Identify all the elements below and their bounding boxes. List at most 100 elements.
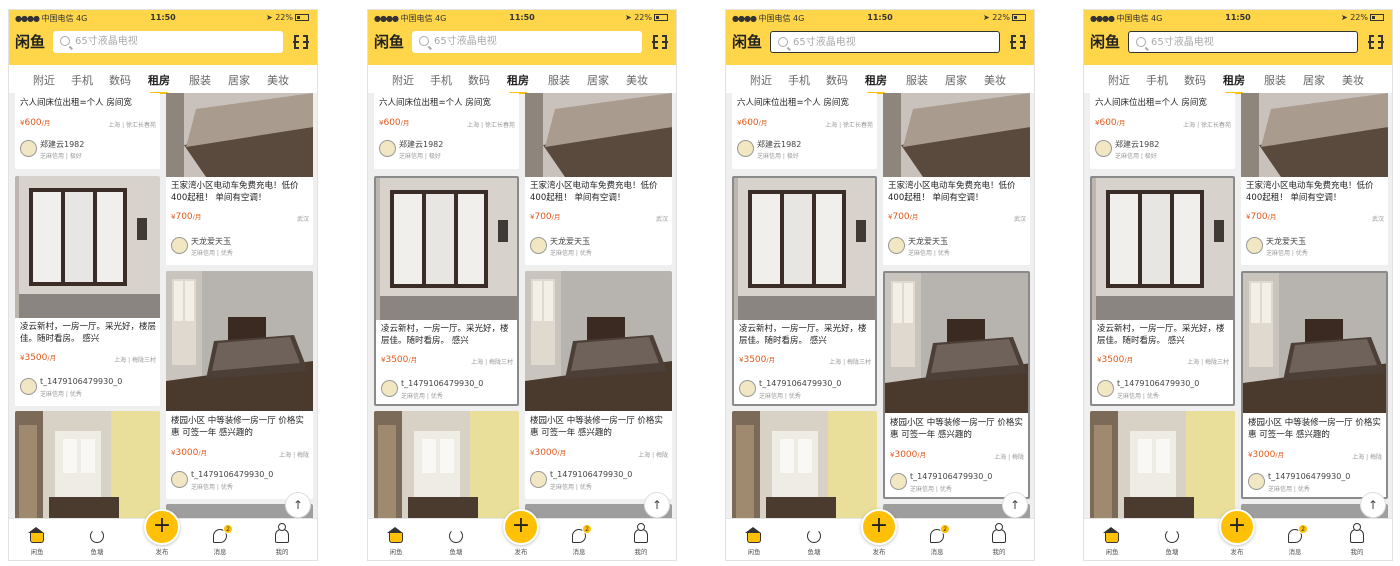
listing-card[interactable]: 六人间床位出租=个人 房间宽 ¥600/月 上海 | 徐汇长春苑 郑建云1982… [374,93,519,169]
tab-1[interactable]: 手机 [430,72,452,88]
listing-feed[interactable]: 六人间床位出租=个人 房间宽 ¥600/月 上海 | 徐汇长春苑 郑建云1982… [726,93,1034,520]
tab-pond[interactable]: 鱼塘 [82,529,112,556]
tab-home[interactable]: 闲鱼 [22,527,52,556]
listing-card[interactable] [374,411,519,520]
tab-me[interactable]: 我的 [1342,523,1372,556]
scan-icon[interactable] [1010,34,1026,50]
listing-card[interactable]: 凌云新村，一房一厅。采光好，楼层佳。随时看房。 感兴 ¥3500/月 上海 | … [732,176,877,406]
tab-6[interactable]: 美妆 [626,72,648,88]
scan-icon[interactable] [293,34,309,50]
tab-home[interactable]: 闲鱼 [739,527,769,556]
tab-4[interactable]: 服装 [906,72,928,88]
listing-card[interactable] [1090,411,1235,520]
listing-card[interactable]: 王家湾小区电动车免费充电！低价400起租！ 单间有空调！ ¥700/月 武汉 天… [883,93,1030,265]
listing-card[interactable]: 王家湾小区电动车免费充电！低价400起租！ 单间有空调！ ¥700/月 武汉 天… [1241,93,1388,265]
listing-feed[interactable]: 六人间床位出租=个人 房间宽 ¥600/月 上海 | 徐汇长春苑 郑建云1982… [9,93,317,520]
tab-home[interactable]: 闲鱼 [1097,527,1127,556]
tab-1[interactable]: 手机 [788,72,810,88]
listing-card[interactable]: 楼园小区 中等装修一房一厅 价格实惠 可签一年 感兴趣的 ¥3000/月 上海 … [883,271,1030,499]
listing-card[interactable] [732,411,877,520]
listing-card[interactable]: 六人间床位出租=个人 房间宽 ¥600/月 上海 | 徐汇长春苑 郑建云1982… [1090,93,1235,169]
tab-pond[interactable]: 鱼塘 [1157,529,1187,556]
listing-card[interactable]: 凌云新村，一房一厅。采光好，楼层佳。随时看房。 感兴 ¥3500/月 上海 | … [15,176,160,406]
listing-photo [1092,178,1233,320]
listing-card[interactable]: 六人间床位出租=个人 房间宽 ¥600/月 上海 | 徐汇长春苑 郑建云1982… [15,93,160,169]
tab-messages[interactable]: 2 消息 [922,524,952,556]
listing-photo [166,271,313,411]
listing-card[interactable]: 楼园小区 中等装修一房一厅 价格实惠 可签一年 感兴趣的 ¥3000/月 上海 … [1241,271,1388,499]
tab-2[interactable]: 数码 [1184,72,1206,88]
back-to-top-button[interactable]: ↑ [1360,492,1386,518]
listing-photo [376,178,517,320]
seller-credit: 芝麻信用 | 优秀 [191,484,233,491]
listing-card[interactable]: 六人间床位出租=个人 房间宽 ¥600/月 上海 | 徐汇长春苑 郑建云1982… [732,93,877,169]
listing-feed[interactable]: 六人间床位出租=个人 房间宽 ¥600/月 上海 | 徐汇长春苑 郑建云1982… [368,93,676,520]
listing-card[interactable] [15,411,160,520]
tab-3[interactable]: 租房 [1223,72,1245,94]
search-icon [778,37,788,47]
back-to-top-button[interactable]: ↑ [644,492,670,518]
listing-location: 上海 | 梅陇 [279,452,309,459]
listing-card[interactable]: 王家湾小区电动车免费充电！低价400起租！ 单间有空调！ ¥700/月 武汉 天… [525,93,672,265]
app-logo: 闲鱼 [1090,33,1121,51]
search-input[interactable]: 65寸液晶电视 [53,31,283,53]
tab-me[interactable]: 我的 [984,523,1014,556]
publish-button[interactable]: + [144,509,180,545]
search-input[interactable]: 65寸液晶电视 [412,31,642,53]
tab-4[interactable]: 服装 [548,72,570,88]
listing-card[interactable]: 楼园小区 中等装修一房一厅 价格实惠 可签一年 感兴趣的 ¥3000/月 上海 … [525,271,672,499]
listing-feed[interactable]: 六人间床位出租=个人 房间宽 ¥600/月 上海 | 徐汇长春苑 郑建云1982… [1084,93,1392,520]
publish-button[interactable]: + [1219,509,1255,545]
scan-icon[interactable] [652,34,668,50]
listing-card[interactable]: 凌云新村，一房一厅。采光好，楼层佳。随时看房。 感兴 ¥3500/月 上海 | … [1090,176,1235,406]
tab-6[interactable]: 美妆 [1342,72,1364,88]
tab-messages[interactable]: 2 消息 [1280,524,1310,556]
tab-5[interactable]: 居家 [228,72,250,88]
tab-messages[interactable]: 2 消息 [564,524,594,556]
seller-name: 天龙爱天玉 [550,237,590,246]
tab-me[interactable]: 我的 [267,523,297,556]
listing-title: 六人间床位出租=个人 房间宽 [1095,98,1207,108]
tab-5[interactable]: 居家 [587,72,609,88]
tab-3[interactable]: 租房 [865,72,887,94]
tab-0[interactable]: 附近 [750,72,772,88]
back-to-top-button[interactable]: ↑ [285,492,311,518]
search-input[interactable]: 65寸液晶电视 [1128,31,1358,53]
scan-icon[interactable] [1368,34,1384,50]
avatar [1248,473,1265,490]
tab-4[interactable]: 服装 [1264,72,1286,88]
tab-5[interactable]: 居家 [1303,72,1325,88]
tab-messages[interactable]: 2 消息 [205,524,235,556]
tab-0[interactable]: 附近 [33,72,55,88]
tab-2[interactable]: 数码 [468,72,490,88]
search-input[interactable]: 65寸液晶电视 [770,31,1000,53]
tab-1[interactable]: 手机 [1146,72,1168,88]
publish-button[interactable]: + [503,509,539,545]
tab-4[interactable]: 服装 [189,72,211,88]
tab-home[interactable]: 闲鱼 [381,527,411,556]
tab-5[interactable]: 居家 [945,72,967,88]
tab-2[interactable]: 数码 [109,72,131,88]
profile-icon [634,523,648,543]
listing-card[interactable]: 王家湾小区电动车免费充电！低价400起租！ 单间有空调！ ¥700/月 武汉 天… [166,93,313,265]
tab-3[interactable]: 租房 [148,72,170,94]
tab-2[interactable]: 数码 [826,72,848,88]
seller-credit: 芝麻信用 | 极好 [399,153,441,160]
tab-0[interactable]: 附近 [392,72,414,88]
listing-card[interactable]: 楼园小区 中等装修一房一厅 价格实惠 可签一年 感兴趣的 ¥3000/月 上海 … [166,271,313,499]
publish-button[interactable]: + [861,509,897,545]
listing-card[interactable]: 凌云新村，一房一厅。采光好，楼层佳。随时看房。 感兴 ¥3500/月 上海 | … [374,176,519,406]
tab-3[interactable]: 租房 [507,72,529,94]
tab-pond[interactable]: 鱼塘 [441,529,471,556]
tab-me[interactable]: 我的 [626,523,656,556]
tab-6[interactable]: 美妆 [267,72,289,88]
avatar [737,140,754,157]
back-to-top-button[interactable]: ↑ [1002,492,1028,518]
tab-0[interactable]: 附近 [1108,72,1130,88]
tab-6[interactable]: 美妆 [984,72,1006,88]
phone-screen-3: ●●●● 中国电信 4G 11:50 ➤ 22% 闲鱼 65寸液晶电视 附近 手机… [725,9,1035,561]
listing-title: 楼园小区 中等装修一房一厅 价格实惠 可签一年 感兴趣的 [1248,418,1381,440]
seller-name: 郑建云1982 [1115,140,1160,149]
tab-pond[interactable]: 鱼塘 [799,529,829,556]
tab-1[interactable]: 手机 [71,72,93,88]
